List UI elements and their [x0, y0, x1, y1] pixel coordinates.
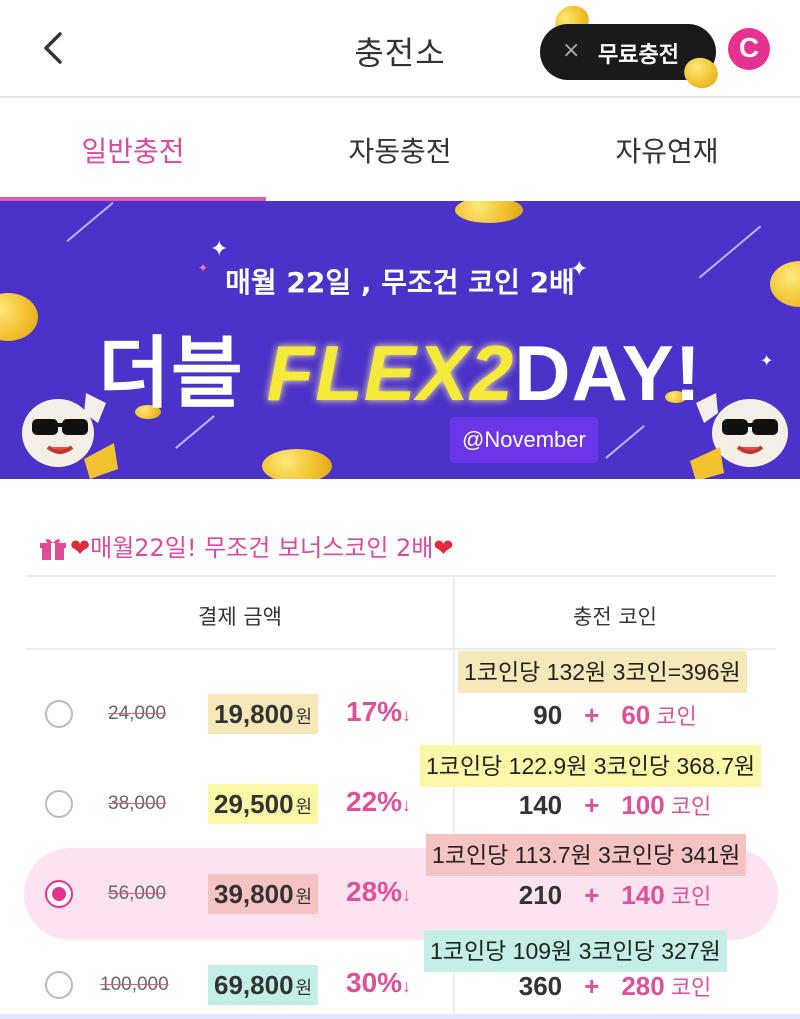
- coin-decoration: [455, 201, 523, 223]
- down-arrow-icon: ↓: [402, 705, 412, 725]
- coin-unit: 코인: [670, 975, 712, 1000]
- coin-decoration: [262, 449, 332, 479]
- sunglasses-character-icon: [690, 393, 788, 479]
- down-arrow-icon: ↓: [402, 976, 412, 996]
- bonus-coins: 140: [621, 880, 665, 910]
- heart-icon: ❤: [433, 534, 454, 562]
- currency-unit: 원: [295, 707, 313, 727]
- coin-amount: 90 +60 코인: [455, 699, 775, 731]
- per-coin-note: 1코인당 113.7원 3코인당 341원: [426, 834, 747, 876]
- charge-tabs: 일반충전 자동충전 자유연재: [0, 100, 800, 201]
- bonus-coins: 100: [621, 790, 665, 820]
- discount-rate: 30%↓: [346, 967, 411, 999]
- promo-text: 매월22일! 무조건 보너스코인 2배: [90, 534, 434, 562]
- per-coin-note: 1코인당 122.9원 3코인당 368.7원: [420, 745, 762, 787]
- coin-amount: 140 +100 코인: [455, 789, 775, 821]
- original-price: 56,000: [108, 883, 167, 904]
- coin-amount: 210 +140 코인: [455, 879, 775, 911]
- event-banner[interactable]: ✦ ✦ ✦ ✦ 매월 22일 , 무조건 코인 2배 더블 FLEX2DAY! …: [0, 201, 800, 479]
- close-icon[interactable]: ×: [562, 38, 580, 63]
- bottom-edge: [0, 1014, 800, 1019]
- banner-subtitle: 매월 22일 , 무조건 코인 2배: [225, 266, 575, 299]
- heart-icon: ❤: [70, 534, 91, 562]
- coin-unit: 코인: [656, 704, 697, 729]
- down-arrow-icon: ↓: [402, 885, 412, 905]
- bonus-coins: 60: [621, 700, 651, 730]
- original-price: 100,000: [100, 974, 169, 995]
- sale-price-value: 69,800: [214, 970, 294, 1000]
- sale-price: 39,800 원: [208, 874, 319, 914]
- down-arrow-icon: ↓: [402, 795, 412, 815]
- banner-title-flex: FLEX2: [266, 329, 515, 417]
- original-price: 24,000: [108, 703, 167, 724]
- base-coins: 140: [518, 790, 563, 820]
- plus-sign: +: [584, 700, 600, 730]
- gift-icon: [40, 539, 66, 560]
- coin-unit: 코인: [670, 794, 712, 819]
- currency-unit: 원: [295, 797, 313, 817]
- coin-unit: 코인: [670, 884, 712, 909]
- bonus-promo-text: ❤매월22일! 무조건 보너스코인 2배❤: [40, 528, 454, 563]
- column-header-price: 결제 금액: [198, 605, 282, 629]
- tab-free-serial[interactable]: 자유연재: [534, 130, 800, 170]
- sparkle-line: [605, 425, 645, 459]
- sale-price-value: 39,800: [214, 879, 294, 909]
- base-coins: 90: [533, 700, 563, 730]
- per-coin-note: 1코인당 109원 3코인당 327원: [424, 930, 727, 972]
- coin-badge-icon[interactable]: C: [728, 28, 770, 70]
- base-coins: 360: [518, 971, 563, 1001]
- discount-value: 22%: [346, 786, 403, 817]
- app-header: 충전소 × 무료충전 C: [0, 0, 800, 98]
- bonus-coins: 280: [621, 971, 665, 1001]
- banner-title-right: DAY!: [514, 329, 702, 417]
- plus-sign: +: [584, 790, 600, 820]
- sale-price-value: 19,800: [214, 699, 294, 729]
- plus-sign: +: [584, 971, 600, 1001]
- option-radio[interactable]: [45, 700, 73, 728]
- sparkle-line: [66, 201, 114, 243]
- sparkle-icon: ✦: [210, 237, 229, 262]
- original-price: 38,000: [108, 793, 167, 814]
- free-charge-label: 무료충전: [598, 43, 679, 68]
- currency-unit: 원: [295, 887, 313, 907]
- currency-unit: 원: [295, 978, 313, 998]
- per-coin-note: 1코인당 132원 3코인=396원: [458, 651, 747, 693]
- sale-price: 29,500 원: [208, 784, 319, 824]
- sunglasses-character-icon: [22, 393, 118, 479]
- discount-rate: 17%↓: [346, 696, 411, 728]
- sale-price: 69,800 원: [208, 965, 319, 1005]
- option-radio[interactable]: [45, 790, 73, 818]
- base-coins: 210: [518, 880, 563, 910]
- column-header-coins: 충전 코인: [573, 605, 657, 629]
- sale-price: 19,800 원: [208, 694, 319, 734]
- table-header: 결제 금액 충전 코인: [26, 575, 776, 650]
- tab-general-charge[interactable]: 일반충전: [0, 130, 266, 170]
- coin-amount: 360 +280 코인: [455, 970, 775, 1002]
- discount-rate: 28%↓: [346, 876, 411, 908]
- option-radio[interactable]: [45, 971, 73, 999]
- option-radio-selected[interactable]: [45, 880, 73, 908]
- plus-sign: +: [584, 880, 600, 910]
- sale-price-value: 29,500: [214, 789, 294, 819]
- discount-rate: 22%↓: [346, 786, 411, 818]
- discount-value: 28%: [346, 876, 403, 907]
- tab-auto-charge[interactable]: 자동충전: [267, 130, 533, 170]
- discount-value: 17%: [346, 696, 403, 727]
- month-tag: @November: [450, 417, 598, 463]
- discount-value: 30%: [346, 967, 403, 998]
